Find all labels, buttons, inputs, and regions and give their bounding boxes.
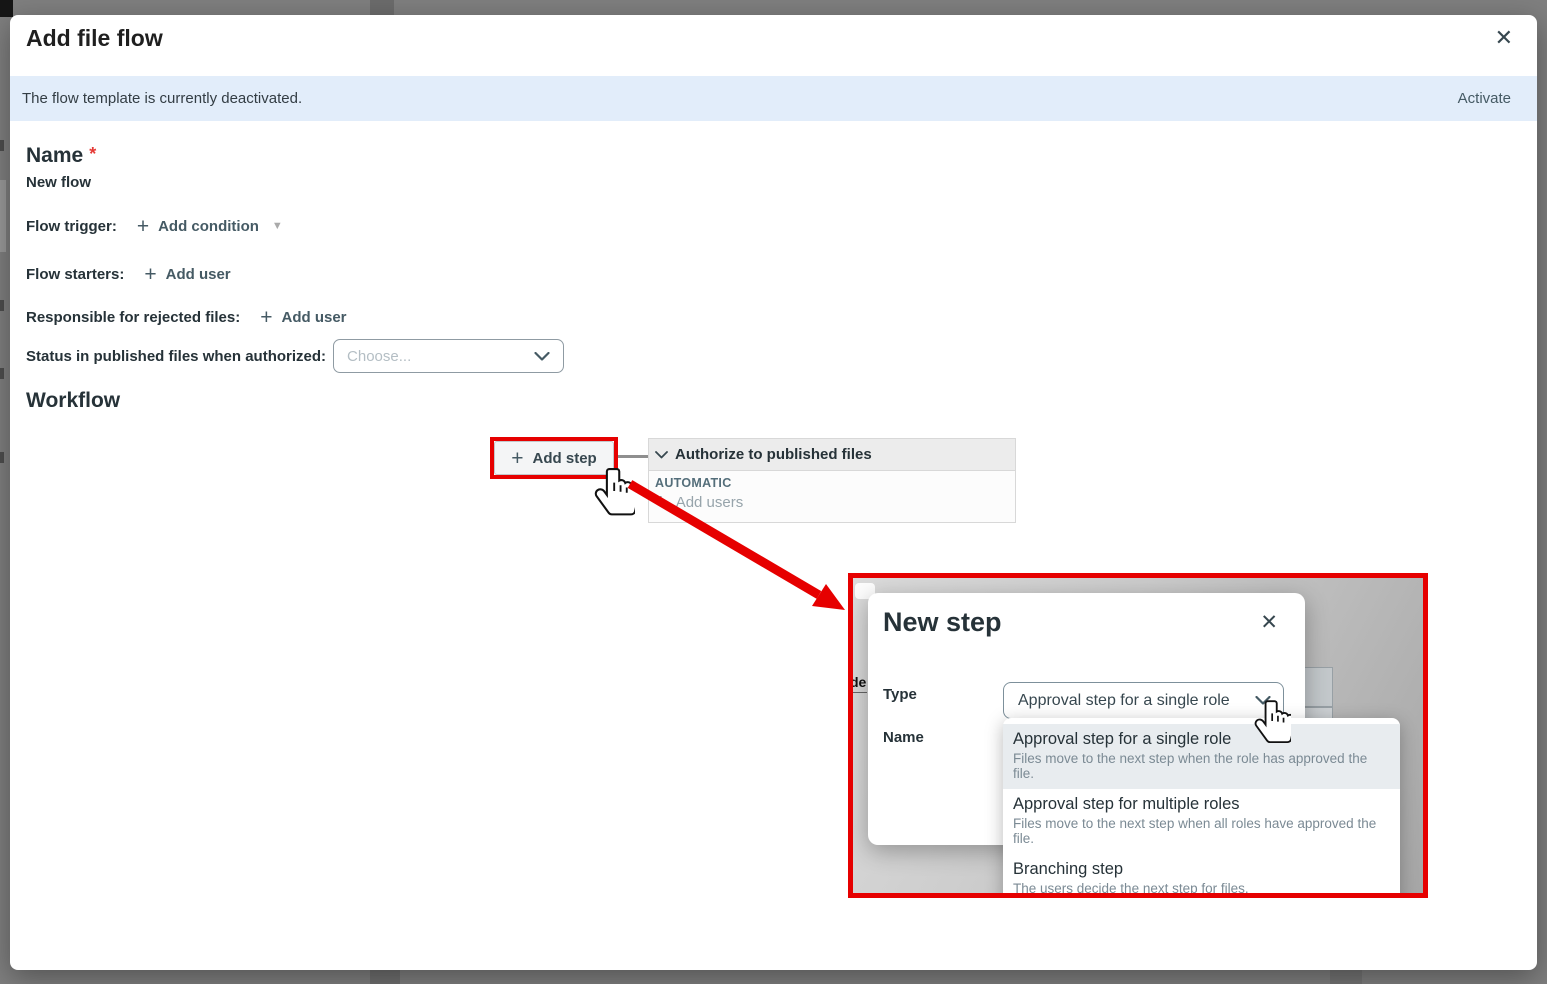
option-description: Files move to the next step when all rol… [1013,816,1390,846]
backdrop-fragment [0,368,4,379]
name-label: Name [883,729,924,746]
add-condition-label: Add condition [158,218,259,235]
status-label: Status in published files when authorize… [26,348,326,365]
flow-starters-label: Flow starters: [26,266,124,283]
option-description: Files move to the next step when the rol… [1013,751,1390,781]
option-title: Branching step [1013,860,1390,879]
step-card-body: AUTOMATIC + Add users [649,471,1015,517]
option-title: Approval step for a single role [1013,730,1390,749]
backdrop-fragment [0,0,13,17]
modal-title: Add file flow [26,25,163,52]
backdrop-fragment [0,452,4,463]
banner-message: The flow template is currently deactivat… [22,90,302,107]
status-select-placeholder: Choose... [347,348,411,365]
status-row: Status in published files when authorize… [26,339,564,373]
new-step-inset-screenshot: de New step ✕ Type Approval step for a s… [848,573,1428,898]
add-user-label: Add user [166,266,231,283]
dropdown-option-branching[interactable]: Branching step The users decide the next… [1003,854,1400,898]
activate-button[interactable]: Activate [1458,90,1511,107]
workflow-heading: Workflow [26,389,120,413]
backdrop-text-fragment: de [850,674,866,690]
add-step-label: Add step [533,450,597,467]
deactivated-banner: The flow template is currently deactivat… [10,76,1537,121]
option-title: Approval step for multiple roles [1013,795,1390,814]
workflow-step-card: Authorize to published files AUTOMATIC +… [648,438,1016,523]
cursor-hand-icon [1253,696,1291,746]
chevron-down-icon [534,352,550,361]
plus-icon: + [511,448,523,469]
type-dropdown-panel: Approval step for a single role Files mo… [1003,718,1400,898]
add-users-button[interactable]: + Add users [655,492,1009,512]
flow-trigger-label: Flow trigger: [26,218,117,235]
close-icon[interactable]: ✕ [1260,612,1278,633]
plus-icon: + [655,492,667,512]
backdrop-fragment [0,300,4,311]
flow-name-value[interactable]: New flow [26,174,91,191]
step-card-header[interactable]: Authorize to published files [649,439,1015,471]
backdrop-fragment [370,968,400,984]
dropdown-option-multiple-roles[interactable]: Approval step for multiple roles Files m… [1003,789,1400,854]
new-step-title: New step [883,607,1002,638]
type-label: Type [883,686,917,703]
chevron-down-icon [655,451,668,459]
responsible-rejected-row: Responsible for rejected files: + Add us… [26,305,347,329]
name-heading: Name * [26,144,96,168]
backdrop-fragment [1303,667,1333,707]
step-card-title: Authorize to published files [675,446,872,463]
option-description: The users decide the next step for files… [1013,881,1390,896]
name-heading-label: Name [26,144,83,167]
type-select-value: Approval step for a single role [1018,692,1230,710]
backdrop-fragment [0,180,6,252]
close-icon[interactable]: ✕ [1495,27,1513,49]
status-select[interactable]: Choose... [333,339,564,373]
responsible-rejected-label: Responsible for rejected files: [26,309,240,326]
flow-starters-row: Flow starters: + Add user [26,262,231,286]
backdrop-fragment [0,140,4,151]
step-mode-badge: AUTOMATIC [655,476,1009,490]
flow-trigger-row: Flow trigger: + Add condition ▼ [26,214,283,238]
plus-icon: + [137,216,149,237]
dropdown-option-single-role[interactable]: Approval step for a single role Files mo… [1003,724,1400,789]
add-user-label: Add user [282,309,347,326]
add-user-button-rejected[interactable]: + Add user [260,307,346,328]
type-select[interactable]: Approval step for a single role [1003,682,1284,719]
add-users-label: Add users [676,494,744,511]
caret-down-icon: ▼ [272,220,283,232]
cursor-hand-icon [593,463,635,519]
backdrop-fragment [370,0,394,15]
backdrop-fragment [853,692,867,693]
add-user-button-starters[interactable]: + Add user [144,264,230,285]
add-condition-button[interactable]: + Add condition ▼ [137,216,283,237]
backdrop-fragment [1330,968,1362,984]
plus-icon: + [144,264,156,285]
required-asterisk: * [89,144,96,164]
plus-icon: + [260,307,272,328]
